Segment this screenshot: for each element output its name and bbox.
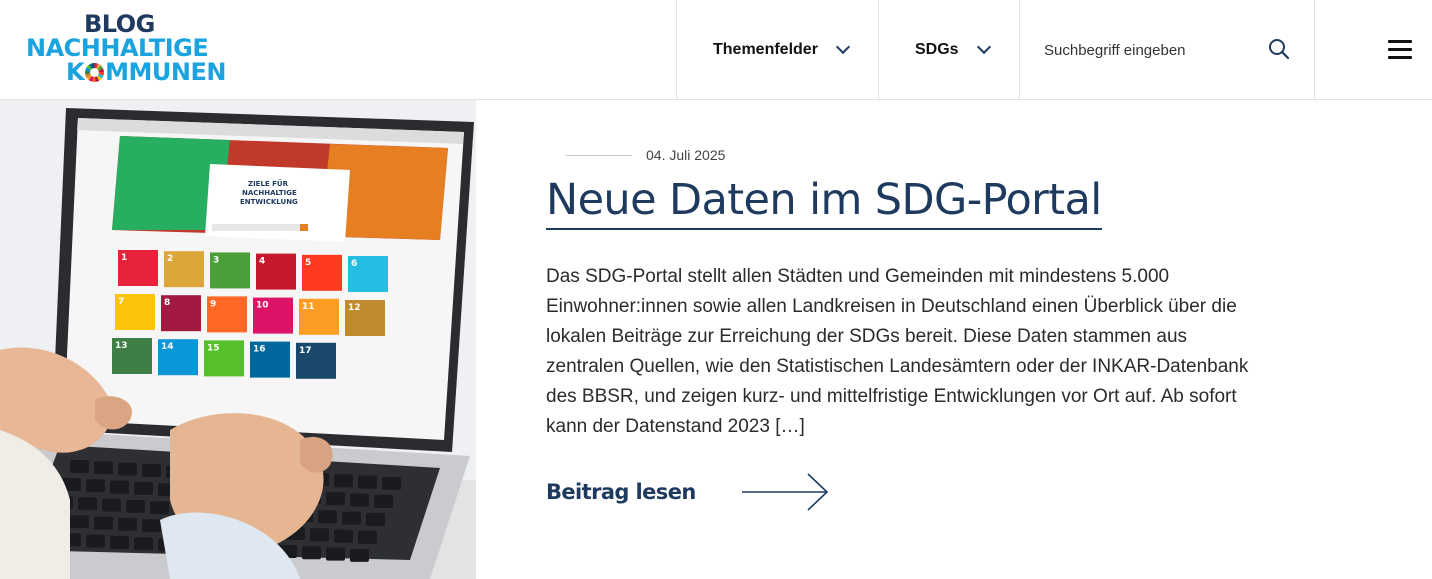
site-logo[interactable]: BLOG NACHHALTIGE K MMUNEN <box>26 12 236 88</box>
sdg-tile-number: 13 <box>115 341 128 351</box>
menu-bar <box>1388 48 1412 51</box>
keyboard-key <box>118 517 137 531</box>
date-divider <box>566 154 632 156</box>
keyboard-key <box>382 476 401 490</box>
article-title[interactable]: Neue Daten im SDG-Portal <box>546 172 1102 230</box>
hamburger-menu-icon[interactable] <box>1388 40 1412 60</box>
keyboard-key <box>94 516 113 530</box>
keyboard-key <box>110 535 129 549</box>
read-more-link[interactable]: Beitrag lesen <box>546 470 830 514</box>
site-header: BLOG NACHHALTIGE K MMUNEN Themenfelder SD… <box>0 0 1432 100</box>
keyboard-key <box>70 515 89 529</box>
keyboard-key <box>302 546 321 560</box>
sdg-tile-number: 3 <box>213 255 219 265</box>
keyboard-key <box>86 479 105 493</box>
keyboard-key <box>102 498 121 512</box>
keyboard-key <box>358 530 377 544</box>
keyboard-key <box>134 537 153 551</box>
chevron-down-icon <box>976 39 991 55</box>
logo-letter-k: K <box>66 58 85 86</box>
article-date-row: 04. Juli 2025 <box>566 145 725 165</box>
keyboard-key <box>142 463 161 477</box>
menu-bar <box>1388 56 1412 59</box>
sdg-tile-number: 5 <box>305 258 311 268</box>
nav-item-themenfelder[interactable]: Themenfelder <box>676 0 879 100</box>
keyboard-key <box>118 462 137 476</box>
search-box <box>1019 0 1315 100</box>
keyboard-key <box>374 494 393 508</box>
keyboard-key <box>342 511 361 525</box>
logo-line-nachhaltige: NACHHALTIGE <box>26 34 209 62</box>
sdg-tile-number: 9 <box>210 299 216 309</box>
keyboard-key <box>326 547 345 561</box>
keyboard-key <box>126 499 145 513</box>
keyboard-key <box>334 474 353 488</box>
sdg-tile-number: 6 <box>351 259 357 269</box>
sdg-tile-number: 10 <box>256 301 269 311</box>
chevron-down-icon <box>835 39 850 55</box>
sdg-tile-number: 4 <box>259 257 265 267</box>
article-hero-image[interactable]: ZIELE FÜR NACHHALTIGE ENTWICKLUNG 123456… <box>0 100 476 579</box>
sdg-tile-number: 8 <box>164 298 170 308</box>
keyboard-key <box>350 548 369 562</box>
keyboard-key <box>70 460 89 473</box>
screen-title-2: NACHHALTIGE <box>242 189 297 197</box>
keyboard-key <box>142 519 161 533</box>
sdg-tile-number: 12 <box>348 303 361 313</box>
sdg-tile-number: 15 <box>207 343 220 353</box>
sdg-wheel-icon <box>85 63 105 82</box>
sdg-tile-number: 7 <box>118 297 124 307</box>
nav-label-themenfelder: Themenfelder <box>713 41 818 58</box>
laptop-illustration: ZIELE FÜR NACHHALTIGE ENTWICKLUNG 123456… <box>0 100 476 579</box>
logo-line-blog: BLOG <box>84 10 155 38</box>
nav-item-sdgs[interactable]: SDGs <box>878 0 1020 100</box>
keyboard-key <box>78 497 97 511</box>
sdg-tile-number: 16 <box>253 345 266 355</box>
keyboard-key <box>86 534 105 548</box>
keyboard-key <box>358 475 377 489</box>
menu-bar <box>1388 40 1412 43</box>
sdg-tile-number: 2 <box>167 254 173 264</box>
keyboard-key <box>366 512 385 526</box>
keyboard-key <box>350 493 369 507</box>
nav-label-sdgs: SDGs <box>915 41 959 58</box>
keyboard-key <box>310 528 329 542</box>
screen-title-3: ENTWICKLUNG <box>240 198 298 206</box>
logo-letters-mmunen: MMUNEN <box>105 58 226 86</box>
keyboard-key <box>94 461 113 475</box>
keyboard-key <box>326 492 345 506</box>
sdg-tile-number: 14 <box>161 342 174 352</box>
keyboard-key <box>318 510 337 524</box>
article-date: 04. Juli 2025 <box>646 147 726 163</box>
screen-title: ZIELE FÜR <box>248 179 289 188</box>
logo-line-kommunen: K MMUNEN <box>26 60 236 84</box>
search-input[interactable] <box>1044 36 1254 64</box>
arrow-right-icon <box>741 473 828 511</box>
keyboard-key <box>134 481 153 495</box>
keyboard-key <box>150 501 169 515</box>
article-excerpt: Das SDG-Portal stellt allen Städten und … <box>546 266 1249 437</box>
keyboard-key <box>110 480 129 494</box>
search-icon[interactable] <box>1268 38 1290 60</box>
sdg-tile-number: 11 <box>302 302 315 312</box>
sdg-tile-number: 1 <box>121 253 127 263</box>
read-more-label: Beitrag lesen <box>546 480 696 504</box>
keyboard-key <box>334 529 353 543</box>
sdg-tile-number: 17 <box>299 346 312 356</box>
